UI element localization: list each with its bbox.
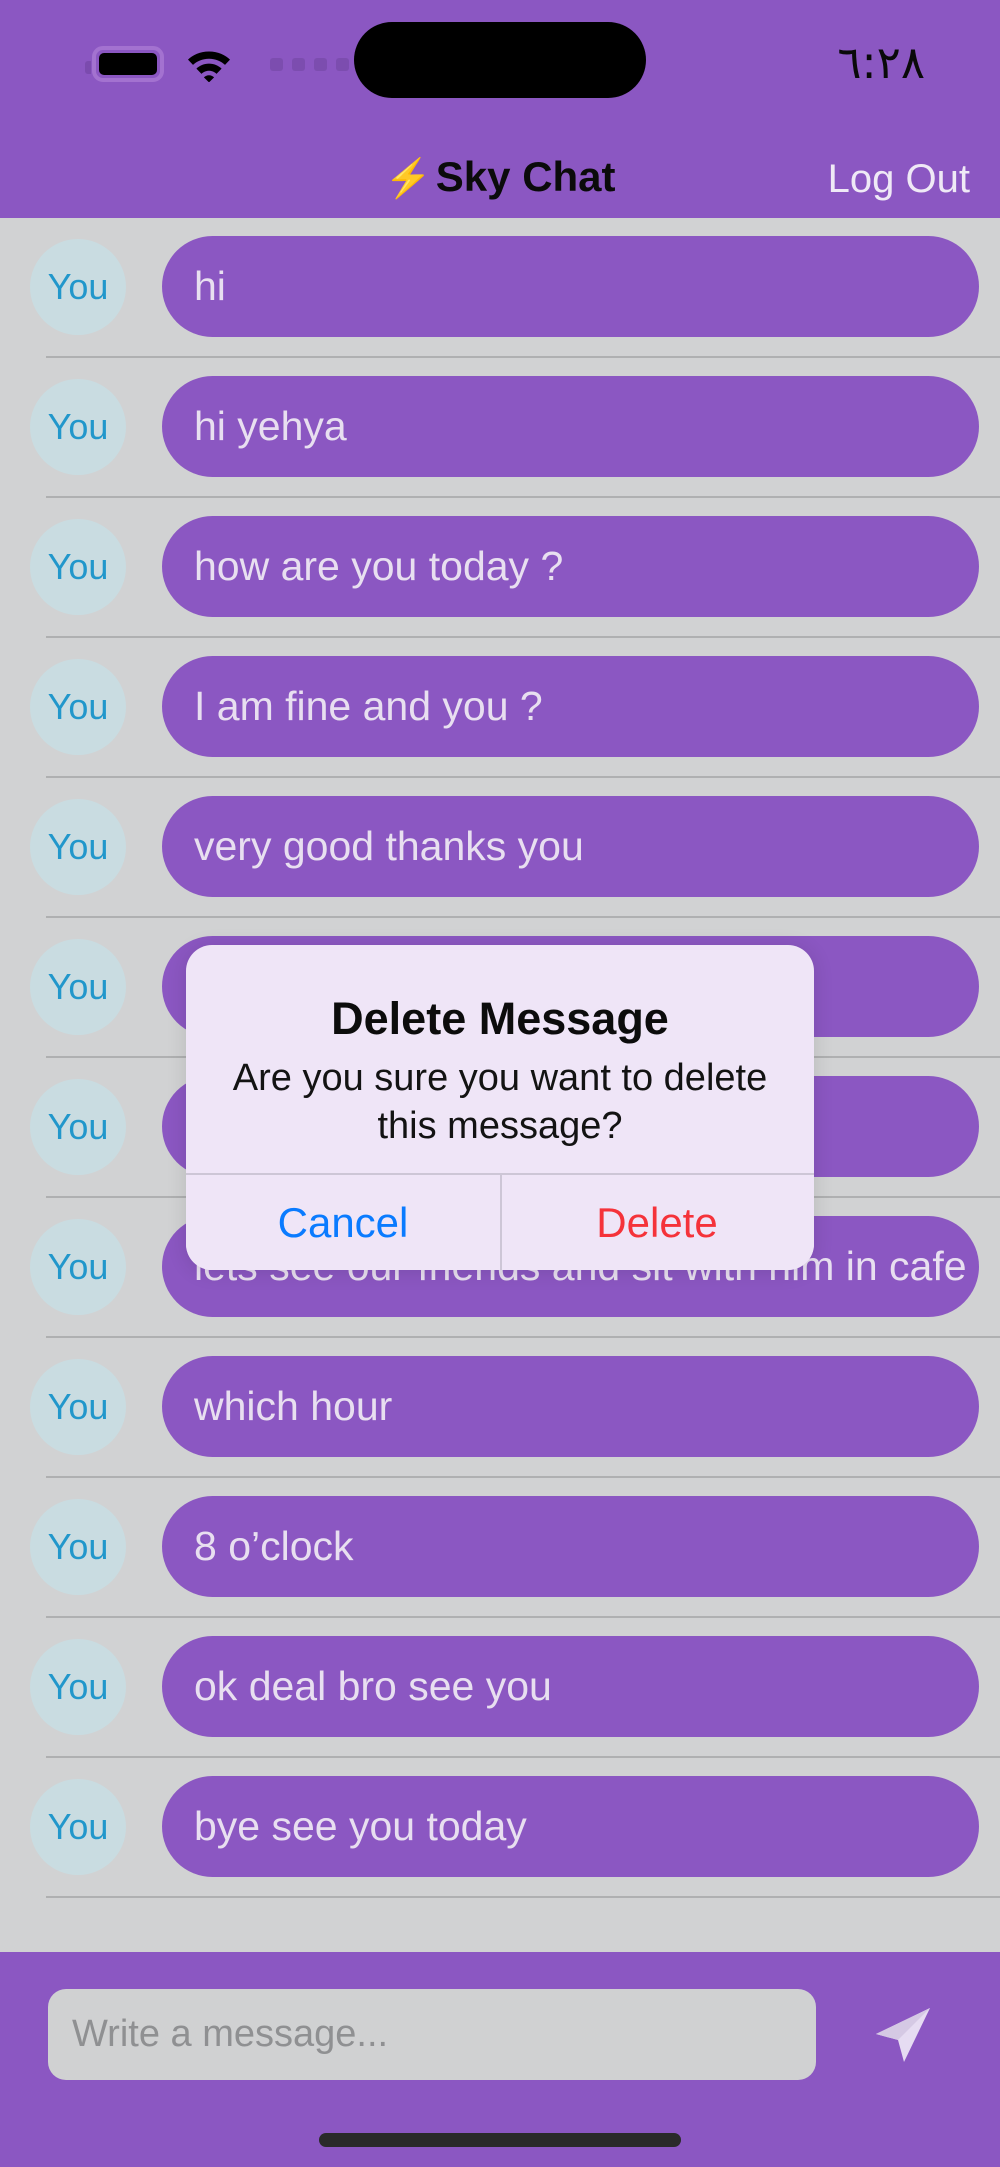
dialog-title: Delete Message [331,993,669,1044]
avatar: You [30,519,126,615]
avatar-label: You [47,966,109,1007]
cancel-button[interactable]: Cancel [186,1175,500,1270]
status-bar-time: ٦:٢٨ [837,36,925,89]
app-title-text: Sky Chat [435,153,616,200]
send-button[interactable] [868,2000,938,2070]
avatar: You [30,1359,126,1455]
message-bubble[interactable]: how are you today ? [162,516,979,617]
avatar: You [30,239,126,335]
avatar: You [30,1079,126,1175]
message-text: 8 o’clock [194,1523,354,1569]
wifi-icon [188,51,230,82]
message-row[interactable]: You 8 o’clock [0,1478,1000,1618]
message-row[interactable]: You how are you today ? [0,498,1000,638]
dynamic-island [354,22,646,98]
message-bubble[interactable]: I am fine and you ? [162,656,979,757]
avatar: You [30,1499,126,1595]
avatar-label: You [47,1106,109,1147]
dialog-divider-vertical [500,1175,502,1270]
avatar: You [30,1639,126,1735]
avatar-label: You [47,686,109,727]
message-row[interactable]: You hi [0,218,1000,358]
message-text: I am fine and you ? [194,683,543,729]
status-bar: ٦:٢٨ [0,0,1000,145]
message-bubble[interactable]: which hour [162,1356,979,1457]
avatar: You [30,379,126,475]
avatar-label: You [47,1246,109,1287]
avatar-label: You [47,1526,109,1567]
message-text: very good thanks you [194,823,584,869]
avatar-label: You [47,1386,109,1427]
message-text: ok deal bro see you [194,1663,552,1709]
avatar: You [30,659,126,755]
message-bubble[interactable]: ok deal bro see you [162,1636,979,1737]
avatar-label: You [47,1666,109,1707]
message-row[interactable]: You hi yehya [0,358,1000,498]
avatar-label: You [47,546,109,587]
avatar-label: You [47,406,109,447]
avatar: You [30,939,126,1035]
avatar: You [30,1779,126,1875]
app-bar: ⚡Sky Chat Log Out [0,145,1000,218]
send-icon [876,2008,930,2062]
message-text: bye see you today [194,1803,527,1849]
status-bar-left-icons [85,46,349,82]
message-text: hi yehya [194,403,347,449]
message-row[interactable]: You which hour [0,1338,1000,1478]
delete-button[interactable]: Delete [500,1175,814,1270]
avatar-label: You [47,1806,109,1847]
delete-message-dialog: Delete Message Are you sure you want to … [186,945,814,1270]
message-text: how are you today ? [194,543,564,589]
message-row[interactable]: You bye see you today [0,1758,1000,1898]
message-input[interactable] [48,1989,816,2080]
message-composer [0,1952,1000,2167]
message-text: which hour [194,1383,393,1429]
signal-dots-icon [270,57,349,71]
logout-button[interactable]: Log Out [828,157,970,202]
message-bubble[interactable]: very good thanks you [162,796,979,897]
message-row[interactable]: You I am fine and you ? [0,638,1000,778]
message-bubble[interactable]: hi yehya [162,376,979,477]
phone-screen: ٦:٢٨ ⚡Sky Chat Log Out You hi You hi yeh… [0,0,1000,2167]
message-bubble[interactable]: bye see you today [162,1776,979,1877]
message-row[interactable]: You ok deal bro see you [0,1618,1000,1758]
home-indicator [319,2133,681,2147]
avatar-label: You [47,266,109,307]
avatar-label: You [47,826,109,867]
lightning-bolt-icon: ⚡ [384,158,432,200]
message-row[interactable]: You very good thanks you [0,778,1000,918]
message-bubble[interactable]: hi [162,236,979,337]
message-bubble[interactable]: 8 o’clock [162,1496,979,1597]
message-text: hi [194,263,226,309]
avatar: You [30,1219,126,1315]
avatar: You [30,799,126,895]
battery-icon [85,46,164,82]
dialog-message: Are you sure you want to delete this mes… [232,1057,768,1147]
